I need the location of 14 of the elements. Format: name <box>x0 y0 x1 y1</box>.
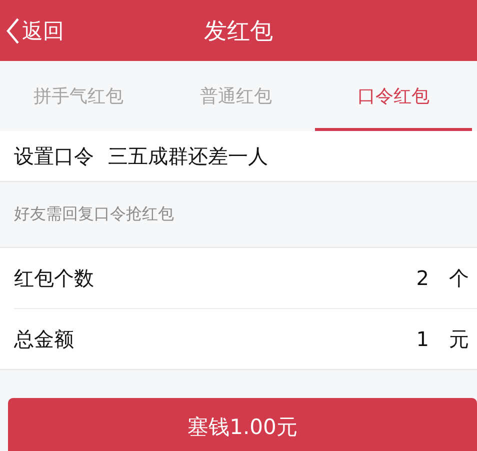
hint-text: 好友需回复口令抢红包 <box>14 204 174 225</box>
password-input[interactable]: 三五成群还差一人 <box>108 144 463 168</box>
field-label: 总金额 <box>14 326 74 352</box>
number-input[interactable]: 2 <box>369 266 429 290</box>
back-icon <box>6 16 20 44</box>
number-input[interactable]: 1 <box>369 327 429 351</box>
unit-label: 元 <box>449 326 469 352</box>
back-button[interactable]: 返回 <box>0 0 64 61</box>
submit-button[interactable]: 塞钱1.00元 <box>8 398 477 451</box>
page-title: 发红包 <box>204 17 273 46</box>
unit-label: 个 <box>449 264 469 292</box>
field-label: 设置口令 <box>14 142 94 170</box>
password-field[interactable]: 设置口令 三五成群还差一人 <box>0 131 477 182</box>
field-label: 红包个数 <box>14 264 94 292</box>
